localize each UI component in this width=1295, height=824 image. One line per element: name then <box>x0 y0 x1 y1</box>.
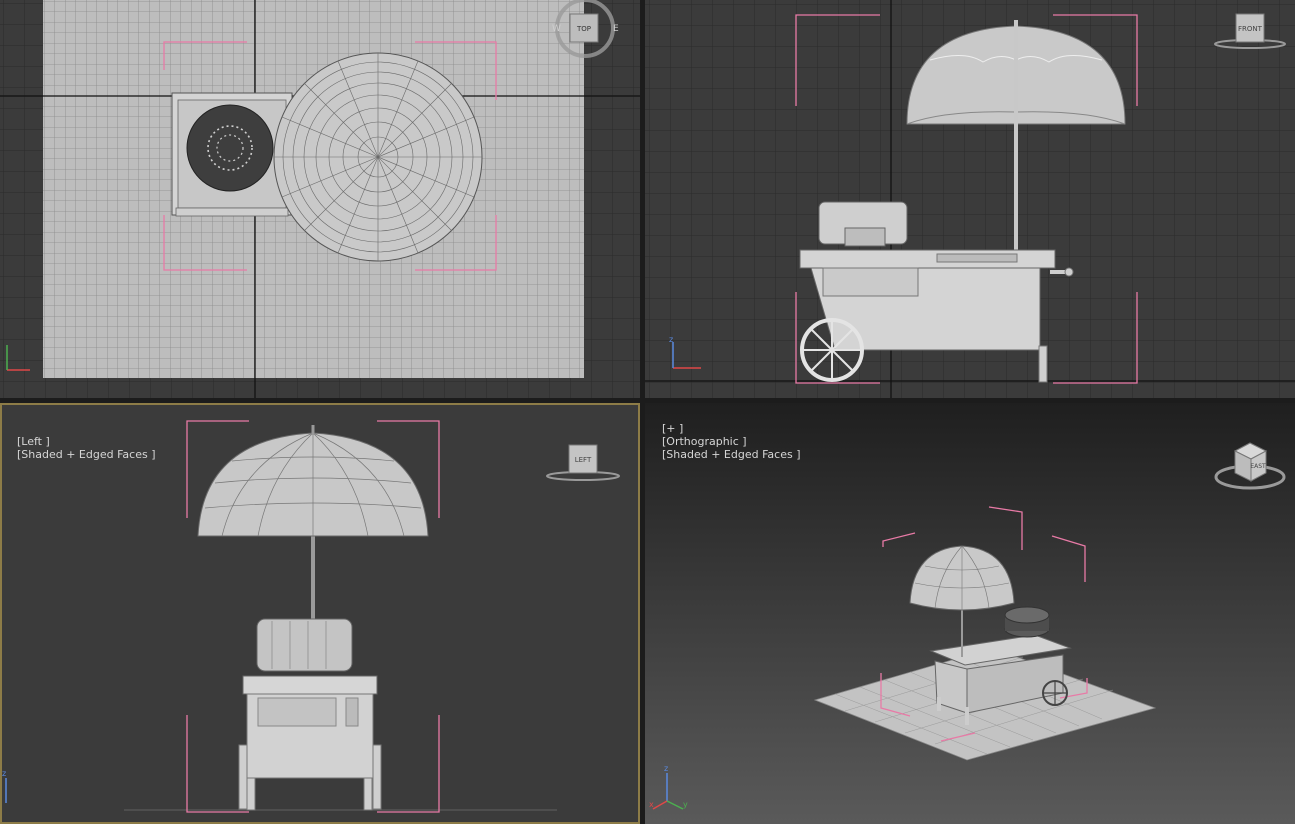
viewport-front-label[interactable] <box>648 6 662 71</box>
viewport-orthographic-label[interactable]: [+ ] [Orthographic ] [Shaded + Edged Fac… <box>648 409 800 474</box>
viewport-left[interactable]: LEFT z [Left ] [Shaded + Edged Faces ] <box>0 403 640 824</box>
compass-e-label: E <box>613 24 619 34</box>
axis-z-label: z <box>664 764 668 773</box>
viewport-left-shading[interactable]: [Shaded + Edged Faces ] <box>17 448 155 461</box>
viewport-ortho-shading[interactable]: [Shaded + Edged Faces ] <box>662 448 800 461</box>
viewport-front-canvas[interactable]: FRONT z <box>645 0 1295 398</box>
viewcube-face-label: EAST <box>1250 463 1266 470</box>
viewport-top[interactable]: TOP W E <box>0 0 640 398</box>
umbrella-canopy-top[interactable] <box>273 52 483 262</box>
compass-w-label: W <box>552 24 561 34</box>
viewcube-face-label: LEFT <box>575 456 592 464</box>
viewport-orthographic[interactable]: EAST z x y [+ ] [Orthographic ] [Shaded … <box>645 403 1295 824</box>
viewport-ortho-view-name[interactable]: [Orthographic ] <box>662 435 747 448</box>
viewport-top-label[interactable] <box>3 6 17 71</box>
axis-x-label: x <box>649 800 654 809</box>
axis-z-label: z <box>669 335 673 344</box>
viewport-left-view-name[interactable]: [Left ] <box>17 435 50 448</box>
viewcube-face-label: FRONT <box>1238 25 1263 33</box>
axis-z-label: z <box>2 769 6 778</box>
axis-y-label: y <box>683 800 688 809</box>
viewcube-face-label: TOP <box>576 25 591 33</box>
viewport-front[interactable]: FRONT z <box>645 0 1295 398</box>
viewport-top-canvas[interactable]: TOP W E <box>0 0 640 398</box>
viewport-left-label[interactable]: [Left ] [Shaded + Edged Faces ] <box>3 409 155 474</box>
viewport-ortho-menu-plus[interactable]: [+ ] <box>662 422 683 435</box>
